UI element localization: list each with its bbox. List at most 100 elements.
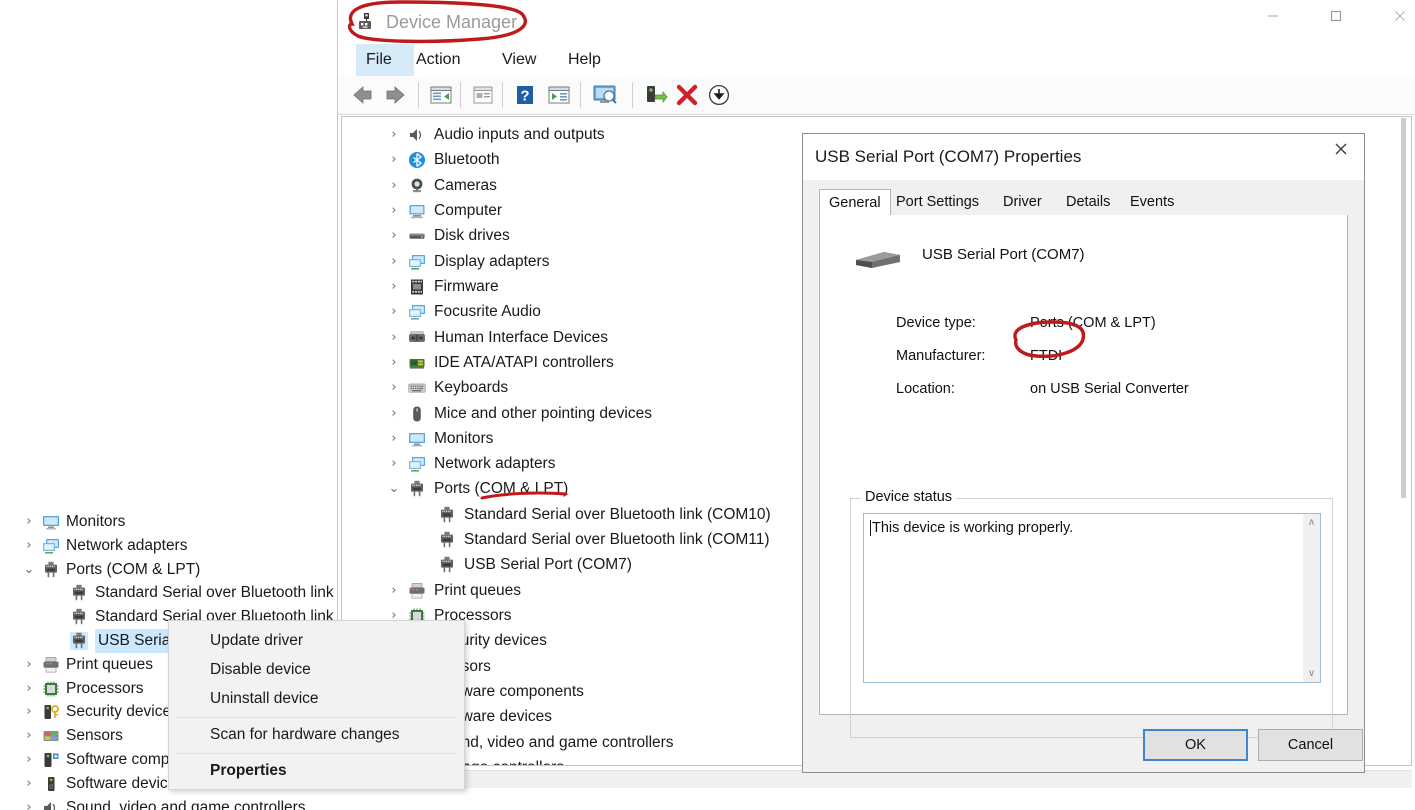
software-component-icon — [42, 751, 60, 769]
device-manager-icon — [356, 12, 376, 32]
scroll-up-icon[interactable]: ∧ — [1303, 514, 1320, 531]
background-device-tree-item-label: Sound, video and game controllers — [66, 798, 306, 810]
firmware-icon — [408, 278, 426, 296]
menu-help[interactable]: Help — [558, 44, 611, 76]
tab-events[interactable]: Events — [1121, 189, 1183, 215]
device-tree-item-label: Standard Serial over Bluetooth link (COM… — [464, 531, 770, 549]
tab-general[interactable]: General — [819, 189, 891, 216]
chevron-right-icon[interactable]: › — [387, 325, 401, 350]
chevron-right-icon[interactable]: › — [387, 426, 401, 451]
general-tab-pane: USB Serial Port (COM7) Device type: Port… — [819, 215, 1348, 738]
chevron-right-icon[interactable]: › — [22, 796, 36, 810]
chevron-right-icon[interactable]: › — [387, 578, 401, 603]
cancel-button[interactable]: Cancel — [1258, 729, 1363, 761]
port-icon — [438, 556, 456, 574]
chevron-right-icon[interactable]: › — [22, 748, 36, 772]
tree-vertical-scrollbar[interactable] — [1399, 118, 1409, 764]
back-arrow-icon[interactable] — [350, 82, 376, 108]
ok-button[interactable]: OK — [1143, 729, 1248, 761]
menu-action[interactable]: Action — [406, 44, 470, 76]
chevron-right-icon[interactable]: › — [387, 223, 401, 248]
scan-for-hardware-changes-icon[interactable] — [590, 82, 620, 108]
context-menu[interactable]: Update driver Disable device Uninstall d… — [168, 620, 465, 790]
context-menu-item-update-driver[interactable]: Update driver — [169, 626, 464, 655]
port-icon — [70, 608, 88, 626]
menu-view[interactable]: View — [492, 44, 546, 76]
device-tree-item-label: Disk drives — [434, 227, 510, 245]
device-tree-item-label: Display adapters — [434, 252, 550, 270]
computer-icon — [408, 202, 426, 220]
chevron-right-icon[interactable]: › — [387, 147, 401, 172]
chevron-right-icon[interactable]: › — [22, 653, 36, 677]
speaker-icon — [42, 799, 60, 810]
background-device-tree-item-label: Ports (COM & LPT) — [66, 560, 201, 578]
chevron-right-icon[interactable]: › — [387, 122, 401, 147]
chevron-right-icon[interactable]: › — [22, 772, 36, 796]
uninstall-device-icon[interactable] — [674, 82, 700, 108]
background-device-tree-item-label: Sensors — [66, 727, 123, 745]
tab-port-settings[interactable]: Port Settings — [887, 189, 988, 215]
port-icon — [438, 506, 456, 524]
serial-port-icon — [850, 240, 906, 274]
device-status-textbox[interactable]: This device is working properly. ∧ ∨ — [863, 513, 1321, 683]
device-tree-item-label: Audio inputs and outputs — [434, 126, 605, 143]
update-driver-software-icon[interactable] — [642, 82, 668, 108]
chevron-right-icon[interactable]: › — [22, 677, 36, 701]
scroll-down-icon[interactable]: ∨ — [1303, 665, 1320, 682]
context-menu-item-disable-device[interactable]: Disable device — [169, 655, 464, 684]
context-menu-item-properties[interactable]: Properties — [169, 756, 464, 785]
chevron-right-icon[interactable]: › — [387, 350, 401, 375]
chevron-right-icon[interactable]: › — [22, 534, 36, 558]
chevron-down-icon[interactable]: ⌄ — [22, 558, 36, 582]
maximize-button[interactable] — [1313, 0, 1359, 32]
minimize-button[interactable] — [1250, 0, 1296, 32]
forward-arrow-icon[interactable] — [382, 82, 408, 108]
device-tree-item-label: Print queues — [434, 581, 522, 599]
properties-icon[interactable] — [470, 82, 496, 108]
chevron-right-icon[interactable]: › — [387, 375, 401, 400]
monitor-icon — [42, 513, 60, 531]
scrollbar-thumb[interactable] — [1401, 118, 1406, 498]
context-menu-item-uninstall-device[interactable]: Uninstall device — [169, 684, 464, 713]
tab-details[interactable]: Details — [1057, 189, 1119, 215]
chevron-right-icon[interactable]: › — [387, 173, 401, 198]
device-status-scrollbar[interactable]: ∧ ∨ — [1303, 514, 1320, 682]
device-tree-item-label: Cameras — [434, 176, 497, 194]
port-icon — [70, 584, 88, 602]
chevron-right-icon[interactable]: › — [22, 510, 36, 534]
update-driver-icon[interactable] — [546, 82, 572, 108]
chevron-right-icon[interactable]: › — [387, 401, 401, 426]
chevron-right-icon[interactable]: › — [387, 249, 401, 274]
chevron-down-icon[interactable]: ⌄ — [387, 476, 401, 501]
chevron-right-icon[interactable]: › — [387, 274, 401, 299]
help-icon[interactable]: ? — [512, 82, 538, 108]
show-hide-console-tree-icon[interactable] — [428, 82, 454, 108]
svg-text:?: ? — [520, 88, 529, 105]
manufacturer-label: Manufacturer: — [896, 348, 986, 364]
printer-icon — [42, 656, 60, 674]
device-tree-item-label: Keyboards — [434, 379, 509, 397]
title-bar[interactable]: Device Manager — [338, 0, 1415, 44]
chevron-right-icon[interactable]: › — [387, 299, 401, 324]
menu-bar[interactable]: File Action View Help — [338, 44, 1415, 76]
background-device-tree-item-label: Print queues — [66, 655, 154, 673]
dialog-title-bar[interactable]: USB Serial Port (COM7) Properties — [803, 134, 1364, 180]
device-tree-item-label: Computer — [434, 201, 503, 219]
dialog-tabstrip[interactable]: General Port Settings Driver Details Eve… — [819, 189, 1348, 216]
close-button[interactable] — [1377, 0, 1415, 32]
dialog-close-button[interactable] — [1318, 134, 1364, 164]
chevron-right-icon[interactable]: › — [22, 724, 36, 748]
disk-drive-icon — [408, 227, 426, 245]
chevron-right-icon[interactable]: › — [387, 198, 401, 223]
device-tree-item-label: Human Interface Devices — [434, 328, 609, 346]
context-menu-item-scan-hardware[interactable]: Scan for hardware changes — [169, 720, 464, 749]
toolbar[interactable]: ? — [338, 76, 1415, 115]
chevron-right-icon[interactable]: › — [387, 451, 401, 476]
device-tree-item-label: USB Serial Port (COM7) — [464, 556, 632, 574]
disable-device-icon[interactable] — [706, 82, 732, 108]
chevron-right-icon[interactable]: › — [22, 700, 36, 724]
location-label: Location: — [896, 381, 955, 397]
mouse-icon — [408, 405, 426, 423]
device-tree-item-label: Firmware — [434, 277, 499, 295]
tab-driver[interactable]: Driver — [994, 189, 1051, 215]
